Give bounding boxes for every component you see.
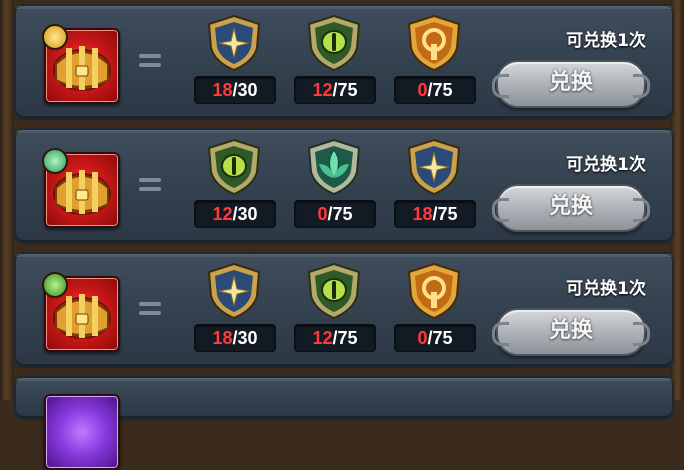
exchange-limit-text: 可兑换1次 xyxy=(566,31,646,51)
item-count: 18/30 xyxy=(194,76,276,104)
material-slot[interactable]: 18/30 xyxy=(194,262,276,352)
green-eye-shield-icon xyxy=(307,262,361,320)
equals-sign xyxy=(139,54,161,68)
treasure-chest-icon[interactable] xyxy=(44,394,120,470)
green-eye-shield-icon xyxy=(307,14,361,72)
treasure-chest-icon[interactable] xyxy=(42,272,120,352)
exchange-row xyxy=(14,376,674,470)
equals-sign xyxy=(139,302,161,316)
exchange-limit-text: 可兑换1次 xyxy=(566,279,646,299)
green-eye-shield-icon xyxy=(207,138,261,196)
material-slot[interactable]: 12/75 xyxy=(294,262,376,352)
item-count: 0/75 xyxy=(294,200,376,228)
blue-star-shield-icon xyxy=(407,138,461,196)
item-count: 0/75 xyxy=(394,76,476,104)
equals-sign xyxy=(139,178,161,192)
teal-lotus-shield-icon xyxy=(307,138,361,196)
orange-ring-shield-icon xyxy=(407,262,461,320)
blue-star-shield-icon xyxy=(207,14,261,72)
item-count: 12/30 xyxy=(194,200,276,228)
item-count: 18/30 xyxy=(194,324,276,352)
exchange-row: 18/30 12/75 0/75 可兑换1次 兑换 xyxy=(14,252,674,368)
item-count: 12/75 xyxy=(294,324,376,352)
treasure-chest-icon[interactable] xyxy=(42,148,120,228)
material-slot[interactable]: 0/75 xyxy=(394,262,476,352)
exchange-button[interactable]: 兑换 xyxy=(492,60,650,108)
exchange-row: 18/30 12/75 0/75 可兑换1次 兑换 xyxy=(14,4,674,120)
exchange-limit-text: 可兑换1次 xyxy=(566,155,646,175)
material-slot[interactable]: 12/30 xyxy=(194,138,276,228)
exchange-button[interactable]: 兑换 xyxy=(492,308,650,356)
blue-star-shield-icon xyxy=(207,262,261,320)
exchange-row: 12/30 0/75 18/75 可兑换1次 兑换 xyxy=(14,128,674,244)
material-slot[interactable]: 18/30 xyxy=(194,14,276,104)
material-slot[interactable]: 18/75 xyxy=(394,138,476,228)
orange-ring-shield-icon xyxy=(407,14,461,72)
material-slot[interactable]: 0/75 xyxy=(394,14,476,104)
item-count: 0/75 xyxy=(394,324,476,352)
item-count: 18/75 xyxy=(394,200,476,228)
material-slot[interactable]: 12/75 xyxy=(294,14,376,104)
treasure-chest-icon[interactable] xyxy=(42,24,120,104)
exchange-button[interactable]: 兑换 xyxy=(492,184,650,232)
item-count: 12/75 xyxy=(294,76,376,104)
material-slot[interactable]: 0/75 xyxy=(294,138,376,228)
